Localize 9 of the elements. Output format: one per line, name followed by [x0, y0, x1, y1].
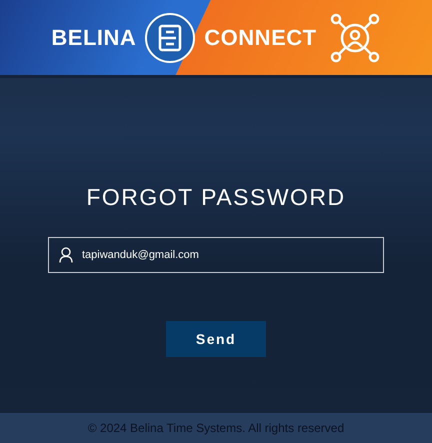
- brand-name: BELINA: [51, 24, 136, 50]
- send-button[interactable]: Send: [166, 321, 266, 357]
- user-icon: [59, 247, 73, 263]
- brand-name: CONNECT: [204, 24, 317, 50]
- copyright-text: © 2024 Belina Time Systems. All rights reserved: [88, 421, 344, 435]
- network-person-icon: [328, 12, 381, 64]
- page-title: FORGOT PASSWORD: [86, 184, 346, 211]
- email-field[interactable]: tapiwanduk@gmail.com: [48, 237, 384, 273]
- logo-icon: [144, 12, 196, 64]
